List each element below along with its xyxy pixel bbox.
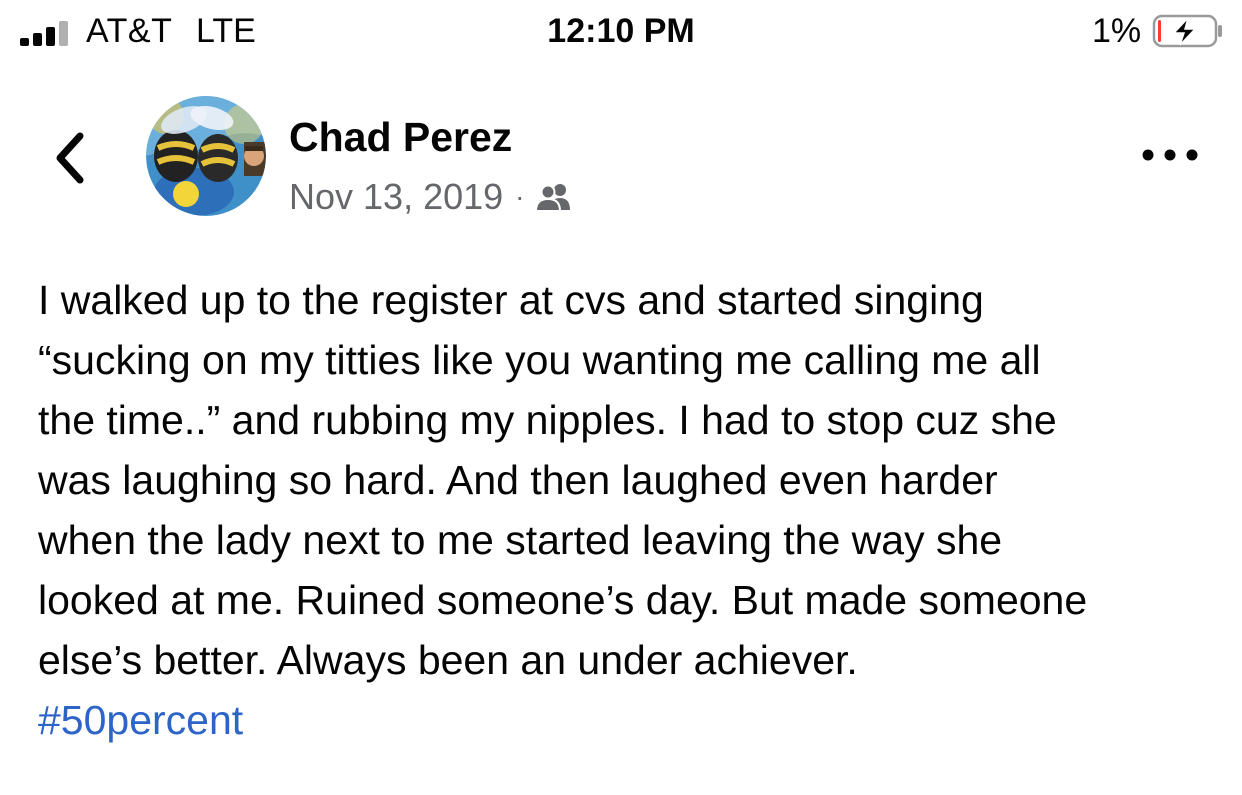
battery-percentage: 1%	[1092, 12, 1142, 50]
battery-charging-icon	[1152, 14, 1222, 48]
post-text-line: looked at me. Ruined someone’s day. But …	[38, 577, 1088, 623]
post-text-line: the time..” and rubbing my nipples. I ha…	[38, 397, 1057, 443]
more-horizontal-icon	[1142, 149, 1198, 161]
author-name[interactable]: Chad Perez	[289, 114, 512, 161]
post-text: I walked up to the register at cvs and s…	[38, 270, 1218, 750]
post-text-line: I walked up to the register at cvs and s…	[38, 277, 984, 323]
post-text-line: “sucking on my titties like you wanting …	[38, 337, 1041, 383]
post-date[interactable]: Nov 13, 2019	[289, 176, 503, 218]
post-text-line: else’s better. Always been an under achi…	[38, 637, 858, 683]
more-options-button[interactable]	[1138, 138, 1202, 172]
chevron-left-icon	[56, 132, 84, 184]
post-text-line: was laughing so hard. And then laughed e…	[38, 457, 998, 503]
status-bar: AT&T LTE 12:10 PM 1%	[0, 0, 1242, 70]
friends-icon	[536, 184, 571, 212]
back-button[interactable]	[40, 120, 100, 196]
meta-separator: ·	[515, 181, 525, 212]
author-avatar[interactable]	[146, 96, 266, 216]
clock: 12:10 PM	[547, 12, 695, 50]
hashtag-link[interactable]: #50percent	[38, 690, 1218, 750]
avatar-image	[146, 96, 266, 216]
post-text-line: when the lady next to me started leaving…	[38, 517, 1003, 563]
post-meta: Nov 13, 2019 ·	[289, 174, 572, 220]
